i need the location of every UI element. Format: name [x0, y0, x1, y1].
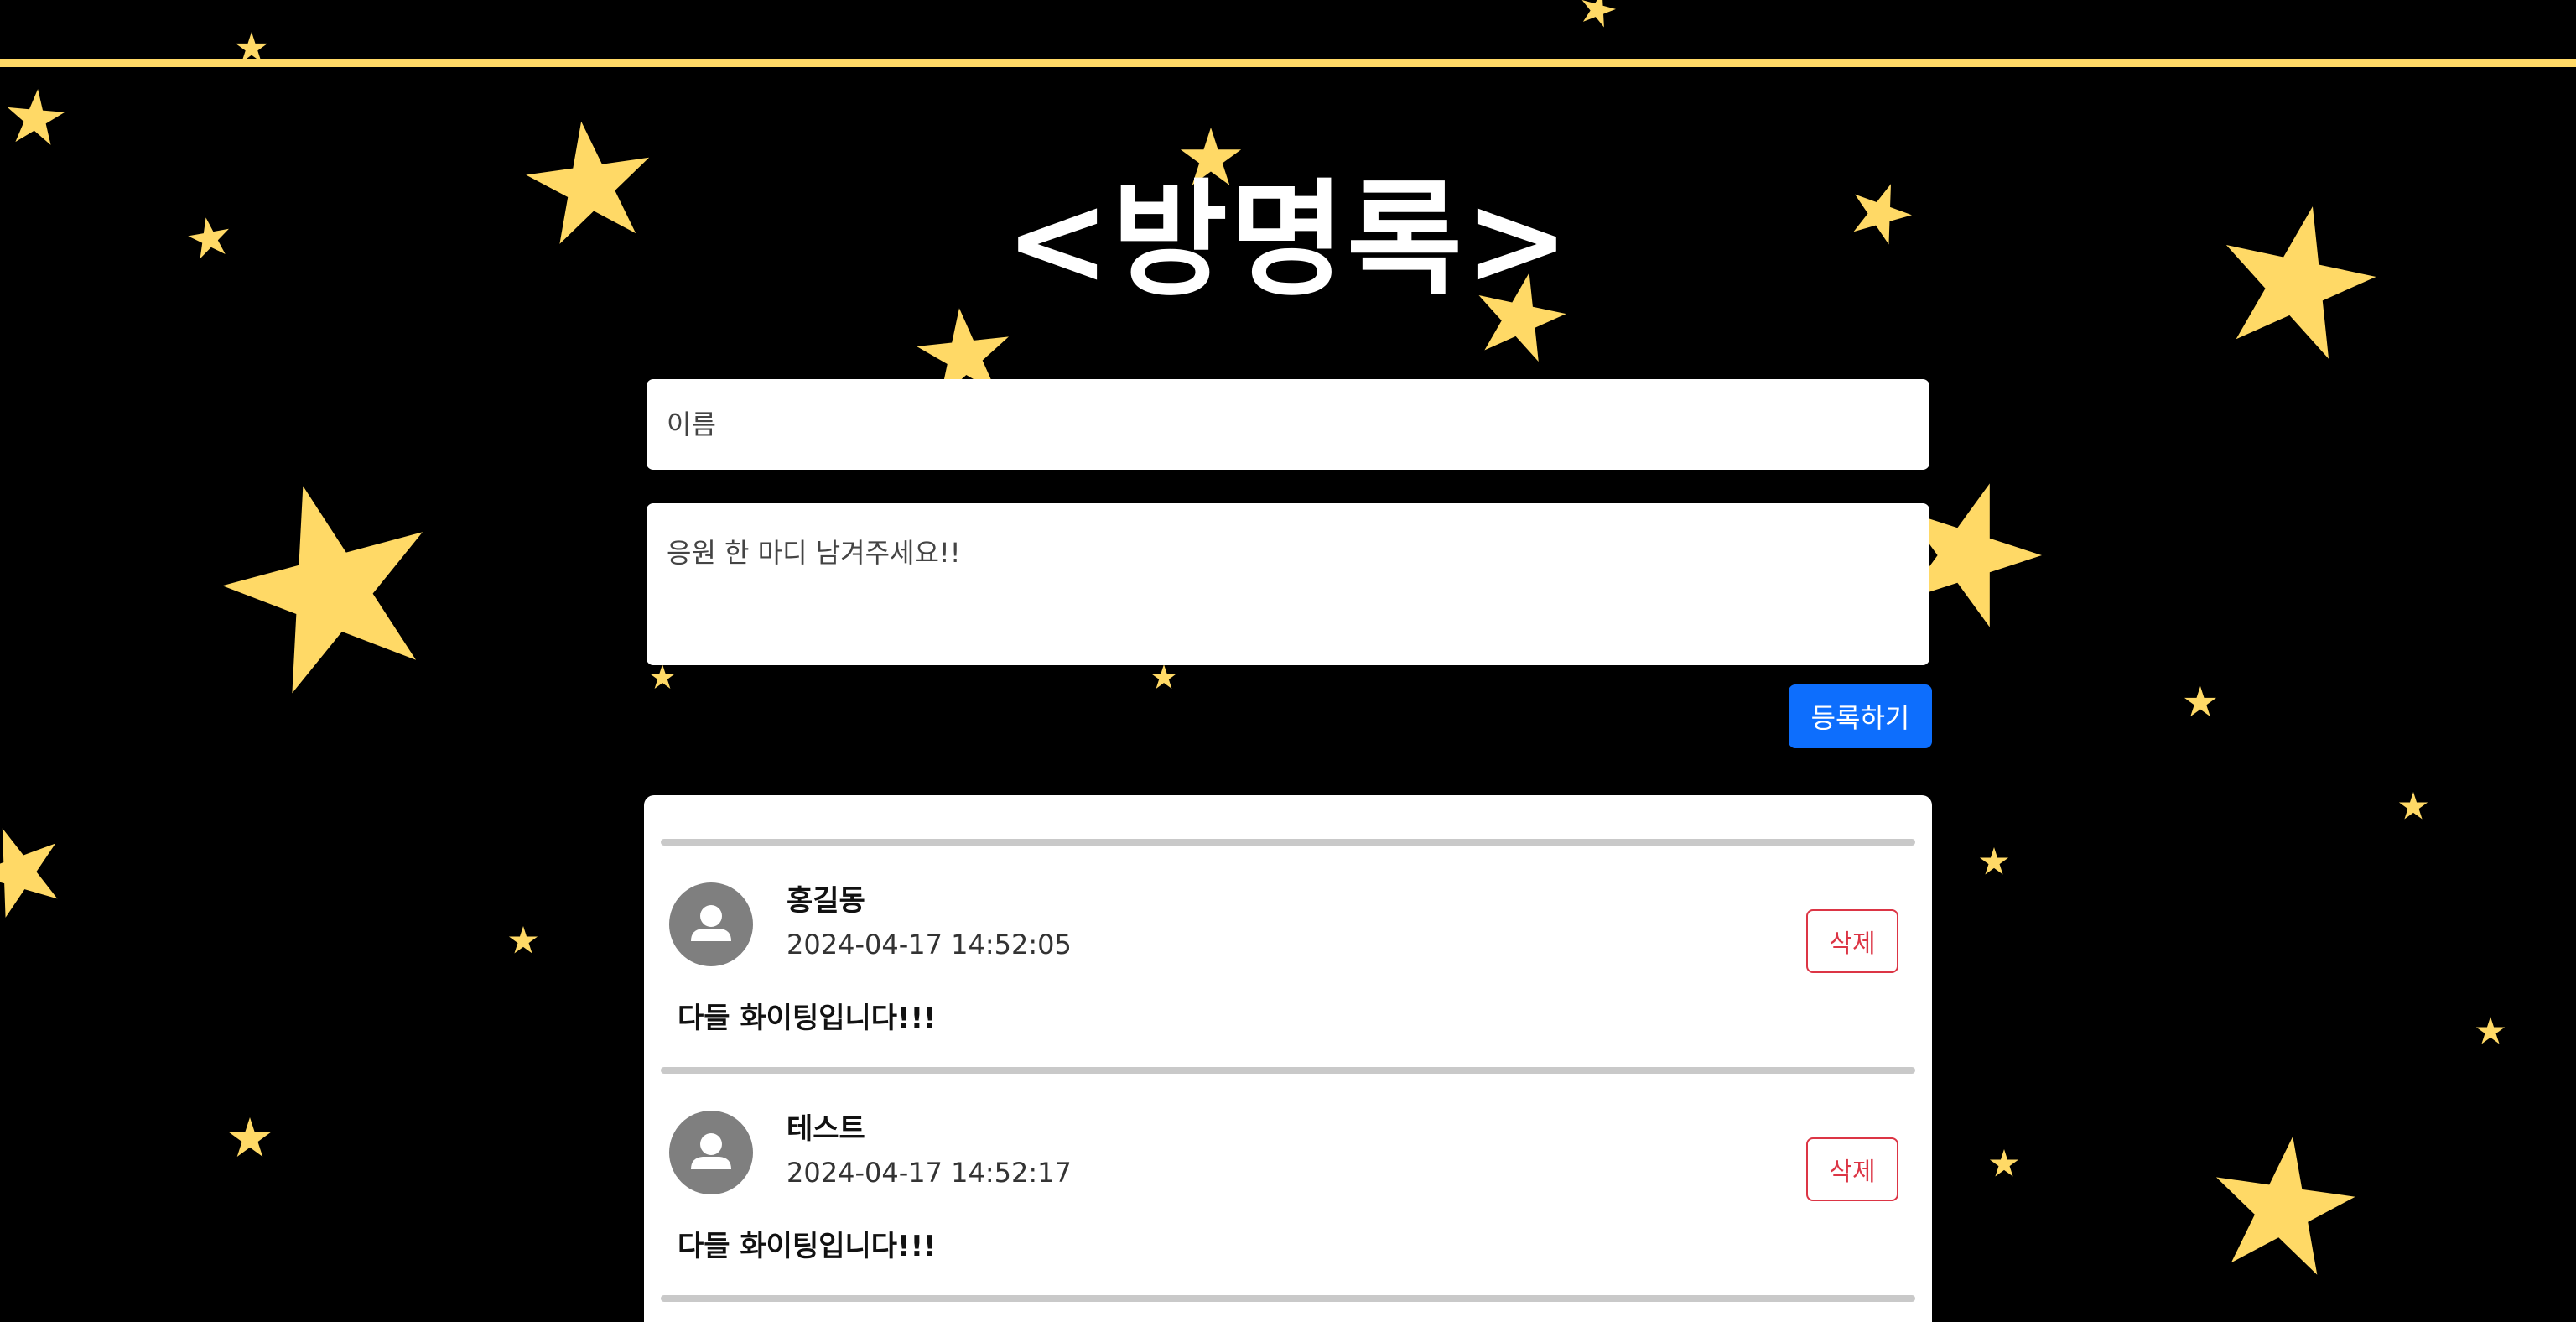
guestbook-entry: 테스트 2024-04-17 14:52:17 삭제 다들 화이팅입니다!!! [644, 1074, 1932, 1302]
star-icon [229, 1117, 271, 1158]
guestbook-list: 홍길동 2024-04-17 14:52:05 삭제 다들 화이팅입니다!!! … [644, 795, 1932, 1322]
star-icon [1576, 0, 1619, 29]
entry-divider [661, 1295, 1915, 1302]
user-avatar-icon [669, 882, 753, 966]
delete-button[interactable]: 삭제 [1806, 909, 1898, 973]
star-icon [4, 86, 67, 146]
star-icon [2475, 1017, 2506, 1044]
star-icon [235, 32, 268, 63]
star-icon [202, 459, 454, 704]
entry-message: 다들 화이팅입니다!!! [678, 1002, 937, 1035]
star-icon [0, 813, 74, 924]
page-title: <방명록> [1005, 168, 1571, 314]
entry-author: 홍길동 [787, 884, 865, 918]
entry-message: 다들 화이팅입니다!!! [678, 1230, 937, 1263]
star-icon [649, 664, 676, 689]
star-icon [2205, 1127, 2363, 1279]
guestbook-page: <방명록> 등록하기 홍길동 2024-04-17 14:52:05 삭제 다들… [0, 0, 2576, 1322]
entry-timestamp: 2024-04-17 14:52:05 [787, 929, 1072, 960]
delete-button[interactable]: 삭제 [1806, 1137, 1898, 1201]
star-icon [508, 926, 538, 954]
message-input[interactable] [647, 503, 1929, 665]
entry-author: 테스트 [787, 1112, 865, 1146]
top-accent-line [0, 59, 2576, 67]
star-icon [1150, 664, 1177, 689]
star-icon [2184, 686, 2217, 717]
star-icon [1979, 847, 2009, 875]
star-icon [2398, 792, 2428, 820]
name-input[interactable] [647, 379, 1929, 470]
entry-divider [661, 1067, 1915, 1074]
user-avatar-icon [669, 1111, 753, 1194]
star-icon [1989, 1149, 2019, 1177]
entry-timestamp: 2024-04-17 14:52:17 [787, 1157, 1072, 1189]
submit-button[interactable]: 등록하기 [1789, 684, 1932, 748]
entry-divider [661, 839, 1915, 846]
guestbook-entry: 홍길동 2024-04-17 14:52:05 삭제 다들 화이팅입니다!!! [644, 846, 1932, 1074]
